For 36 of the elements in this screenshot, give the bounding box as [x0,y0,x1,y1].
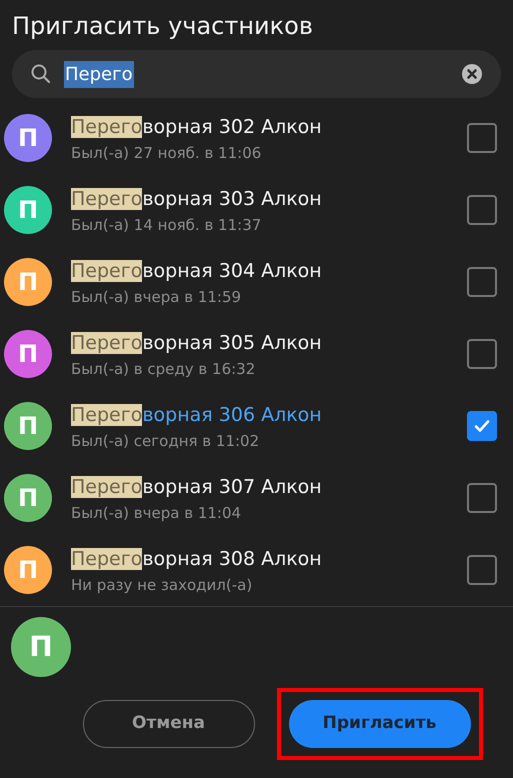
checkbox[interactable] [467,195,497,225]
contact-name: Переговорная 307 Алкон [71,475,323,500]
contact-name: Переговорная 302 Алкон [71,115,323,140]
avatar: П [4,258,52,306]
avatar: П [4,474,52,522]
checkbox[interactable] [467,267,497,297]
checkbox[interactable] [467,339,497,369]
search-icon [30,63,52,85]
contact-name: Переговорная 305 Алкон [71,331,323,356]
avatar: П [4,402,52,450]
checkbox[interactable] [467,123,497,153]
avatar: П [11,617,71,677]
contact-status: Был(-а) 27 нояб. в 11:06 [71,143,262,164]
clear-icon[interactable] [461,63,483,85]
contact-status: Ни разу не заходил(-а) [71,575,254,596]
cancel-button[interactable]: Отмена [82,700,254,748]
checkbox[interactable] [467,483,497,513]
avatar: П [4,330,52,378]
contact-status: Был(-а) вчера в 11:59 [71,287,242,308]
contact-status: Был(-а) сегодня в 11:02 [71,431,260,452]
contact-name: Переговорная 308 Алкон [71,547,323,572]
contact-status: Был(-а) 14 нояб. в 11:37 [71,215,262,236]
avatar: П [4,186,52,234]
avatar: П [4,114,52,162]
invite-button[interactable]: Пригласить [288,700,470,748]
contact-name: Переговорная 304 Алкон [71,259,323,284]
avatar: П [4,546,52,594]
search-input[interactable]: Перего [64,60,134,88]
contact-name: Переговорная 303 Алкон [71,187,323,212]
search-field[interactable]: Перего [12,50,501,98]
dialog-title: Пригласить участников [12,12,313,40]
checkbox[interactable] [467,555,497,585]
contact-status: Был(-а) в среду в 16:32 [71,359,256,380]
checkbox[interactable] [467,411,497,441]
contact-name: Переговорная 306 Алкон [71,403,323,428]
contact-status: Был(-а) вчера в 11:04 [71,503,242,524]
